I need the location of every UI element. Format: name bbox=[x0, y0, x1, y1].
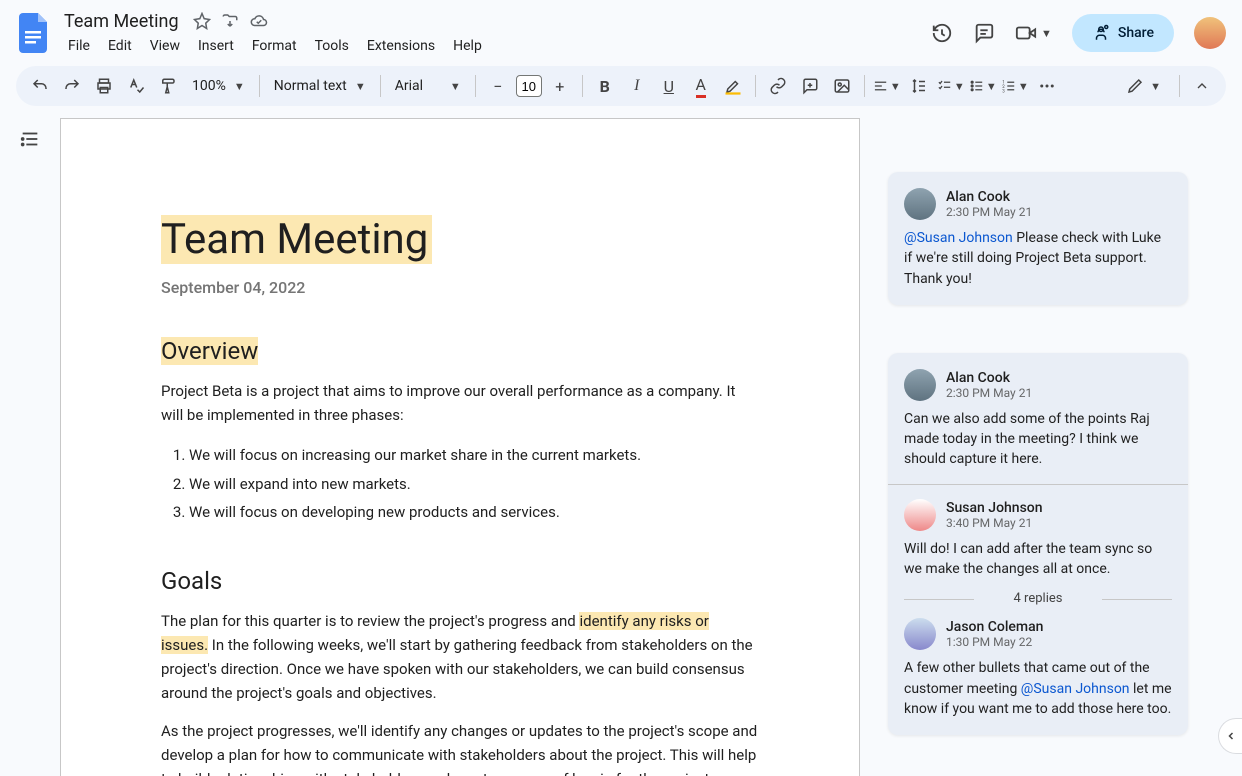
line-spacing-icon[interactable] bbox=[905, 72, 933, 100]
cloud-icon[interactable] bbox=[249, 12, 269, 30]
menu-help[interactable]: Help bbox=[445, 34, 490, 58]
image-icon[interactable] bbox=[828, 72, 856, 100]
comments-icon[interactable] bbox=[973, 22, 995, 44]
numbered-list-icon[interactable]: 123▼ bbox=[1001, 72, 1029, 100]
highlight-icon[interactable] bbox=[719, 72, 747, 100]
goals-paragraph-2: As the project progresses, we'll identif… bbox=[161, 719, 759, 776]
menu-extensions[interactable]: Extensions bbox=[359, 34, 443, 58]
list-item: We will focus on increasing our market s… bbox=[189, 441, 759, 470]
comment-author: Susan Johnson bbox=[946, 500, 1043, 516]
comment-author: Alan Cook bbox=[946, 189, 1032, 205]
comment-timestamp: 2:30 PM May 21 bbox=[946, 205, 1032, 219]
font-select[interactable]: Arial▼ bbox=[389, 78, 467, 94]
font-size-decrease[interactable]: − bbox=[484, 72, 512, 100]
font-value: Arial bbox=[395, 78, 423, 94]
editing-mode-button[interactable]: ▼ bbox=[1116, 73, 1171, 99]
italic-icon[interactable]: I bbox=[623, 72, 651, 100]
replies-count[interactable]: 4 replies bbox=[904, 591, 1172, 606]
menu-tools[interactable]: Tools bbox=[307, 34, 357, 58]
checklist-icon[interactable]: ▼ bbox=[937, 72, 965, 100]
mention[interactable]: @Susan Johnson bbox=[1021, 681, 1130, 697]
avatar bbox=[904, 499, 936, 531]
print-icon[interactable] bbox=[90, 72, 118, 100]
collapse-toolbar-icon[interactable] bbox=[1188, 72, 1216, 100]
docs-logo[interactable] bbox=[16, 15, 52, 51]
paragraph-style-select[interactable]: Normal text▼ bbox=[268, 78, 372, 94]
zoom-value: 100% bbox=[192, 78, 226, 94]
svg-text:3: 3 bbox=[1002, 89, 1005, 94]
doc-title-input[interactable]: Team Meeting bbox=[60, 9, 183, 34]
section-overview-heading: Overview bbox=[161, 337, 759, 365]
mention[interactable]: @Susan Johnson bbox=[904, 230, 1013, 246]
comment-card[interactable]: Alan Cook 2:30 PM May 21 Can we also add… bbox=[888, 353, 1188, 735]
meet-button[interactable]: ▼ bbox=[1015, 22, 1052, 44]
comments-panel: Alan Cook 2:30 PM May 21 @Susan Johnson … bbox=[888, 118, 1188, 776]
menu-bar: File Edit View Insert Format Tools Exten… bbox=[60, 34, 490, 58]
avatar bbox=[904, 369, 936, 401]
header-bar: Team Meeting File Edit View Insert Forma… bbox=[0, 0, 1242, 58]
redo-icon[interactable] bbox=[58, 72, 86, 100]
doc-date: September 04, 2022 bbox=[161, 278, 759, 297]
spellcheck-icon[interactable] bbox=[122, 72, 150, 100]
undo-icon[interactable] bbox=[26, 72, 54, 100]
align-icon[interactable]: ▼ bbox=[873, 72, 901, 100]
doc-heading-title: Team Meeting bbox=[161, 215, 432, 264]
menu-file[interactable]: File bbox=[60, 34, 98, 58]
font-size-increase[interactable]: + bbox=[546, 72, 574, 100]
comment-timestamp: 1:30 PM May 22 bbox=[946, 635, 1043, 649]
outline-icon[interactable] bbox=[19, 128, 41, 776]
list-item: We will focus on developing new products… bbox=[189, 498, 759, 527]
star-icon[interactable] bbox=[193, 12, 211, 30]
share-label: Share bbox=[1118, 25, 1154, 41]
overview-paragraph: Project Beta is a project that aims to i… bbox=[161, 379, 759, 427]
share-button[interactable]: Share bbox=[1072, 14, 1174, 52]
text-color-icon[interactable]: A bbox=[687, 72, 715, 100]
section-goals-heading: Goals bbox=[161, 567, 759, 595]
font-size-input[interactable] bbox=[516, 75, 542, 97]
comment-body: A few other bullets that came out of the… bbox=[904, 658, 1172, 719]
comment-body: Can we also add some of the points Raj m… bbox=[904, 409, 1172, 470]
comment-card[interactable]: Alan Cook 2:30 PM May 21 @Susan Johnson … bbox=[888, 172, 1188, 305]
paint-format-icon[interactable] bbox=[154, 72, 182, 100]
more-icon[interactable] bbox=[1033, 72, 1061, 100]
add-comment-icon[interactable] bbox=[796, 72, 824, 100]
document-page[interactable]: Team Meeting September 04, 2022 Overview… bbox=[60, 118, 860, 776]
link-icon[interactable] bbox=[764, 72, 792, 100]
menu-edit[interactable]: Edit bbox=[100, 34, 140, 58]
comment-author: Jason Coleman bbox=[946, 619, 1043, 635]
avatar bbox=[904, 618, 936, 650]
toolbar: 100%▼ Normal text▼ Arial▼ − + B I U A ▼ … bbox=[16, 66, 1226, 106]
list-item: We will expand into new markets. bbox=[189, 470, 759, 499]
comment-body: Will do! I can add after the team sync s… bbox=[904, 539, 1172, 580]
comment-timestamp: 3:40 PM May 21 bbox=[946, 516, 1043, 530]
style-value: Normal text bbox=[274, 78, 347, 94]
comment-body: @Susan Johnson Please check with Luke if… bbox=[904, 228, 1172, 289]
phases-list: We will focus on increasing our market s… bbox=[189, 441, 759, 527]
history-icon[interactable] bbox=[931, 22, 953, 44]
zoom-select[interactable]: 100%▼ bbox=[186, 78, 251, 94]
move-icon[interactable] bbox=[221, 12, 239, 30]
account-avatar[interactable] bbox=[1194, 17, 1226, 49]
bullet-list-icon[interactable]: ▼ bbox=[969, 72, 997, 100]
comment-timestamp: 2:30 PM May 21 bbox=[946, 386, 1032, 400]
menu-insert[interactable]: Insert bbox=[190, 34, 242, 58]
menu-view[interactable]: View bbox=[142, 34, 188, 58]
avatar bbox=[904, 188, 936, 220]
goals-paragraph-1: The plan for this quarter is to review t… bbox=[161, 609, 759, 705]
underline-icon[interactable]: U bbox=[655, 72, 683, 100]
comment-author: Alan Cook bbox=[946, 370, 1032, 386]
bold-icon[interactable]: B bbox=[591, 72, 619, 100]
menu-format[interactable]: Format bbox=[244, 34, 305, 58]
